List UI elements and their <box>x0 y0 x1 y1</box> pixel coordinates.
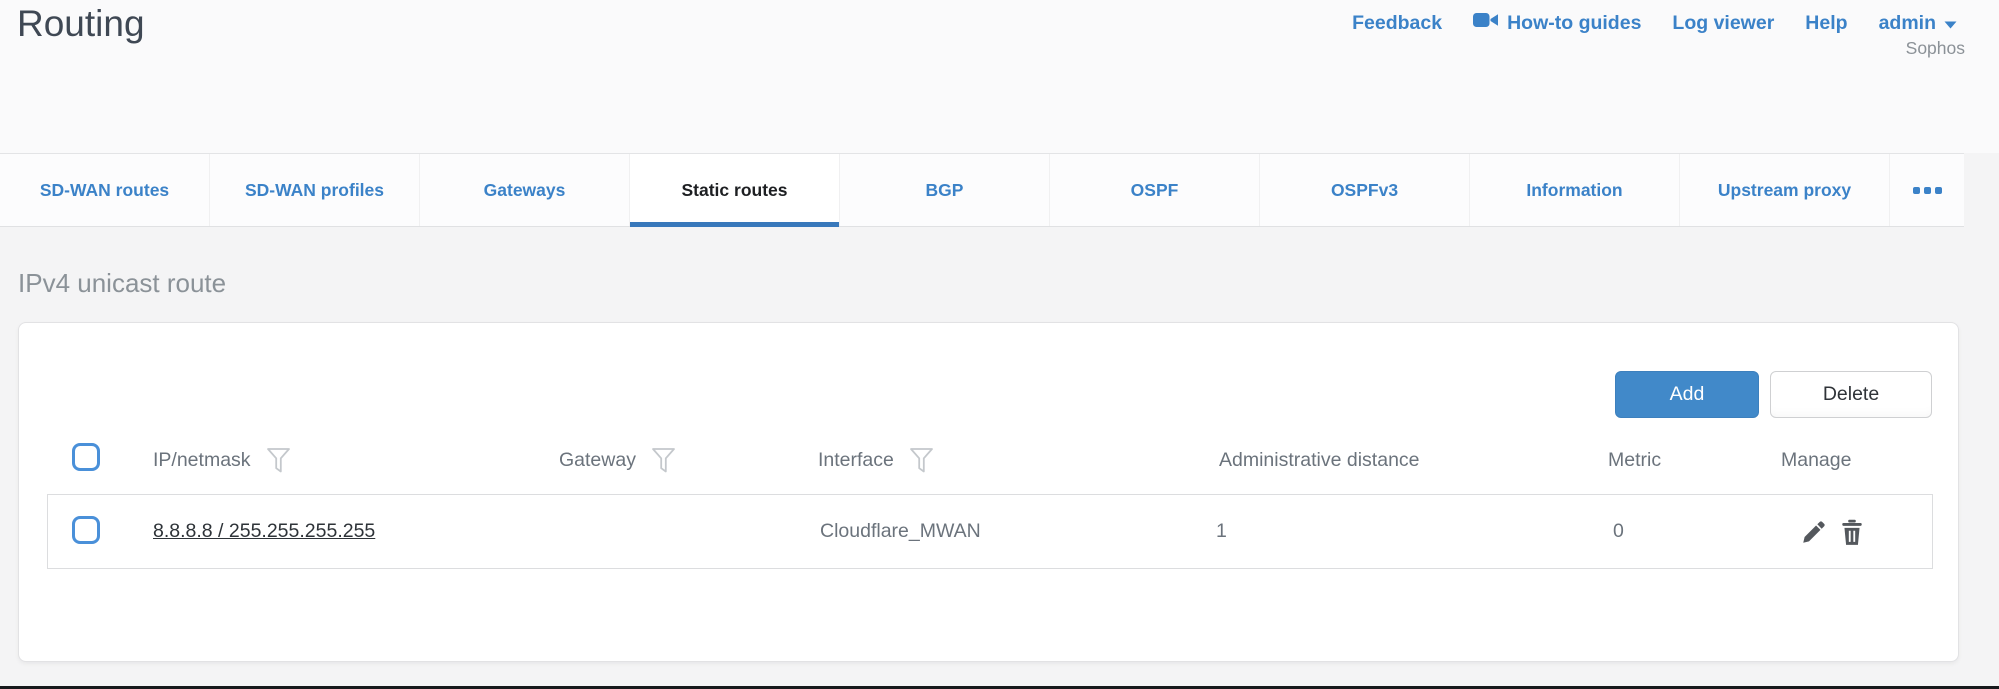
routes-card: Add Delete IP/netmask Gateway Interface … <box>18 322 1959 662</box>
brand-label: Sophos <box>1906 38 1965 59</box>
tab-bgp[interactable]: BGP <box>840 154 1050 226</box>
section-heading: IPv4 unicast route <box>18 268 226 299</box>
tab-gateways[interactable]: Gateways <box>420 154 630 226</box>
admin-menu-button[interactable]: admin <box>1879 12 1957 35</box>
checkbox-icon <box>72 516 100 544</box>
filter-icon[interactable] <box>651 447 676 474</box>
row-actions <box>1801 495 1865 568</box>
column-label: Administrative distance <box>1219 449 1420 472</box>
tab-upstream-proxy[interactable]: Upstream proxy <box>1680 154 1890 226</box>
column-header-gateway: Gateway <box>559 446 676 474</box>
edit-pencil-icon[interactable] <box>1801 518 1828 545</box>
tab-information[interactable]: Information <box>1470 154 1680 226</box>
column-label: Manage <box>1781 449 1851 472</box>
filter-icon[interactable] <box>266 447 291 474</box>
delete-button[interactable]: Delete <box>1770 371 1932 418</box>
feedback-link[interactable]: Feedback <box>1352 12 1442 35</box>
page-title: Routing <box>17 3 145 45</box>
column-label: Gateway <box>559 449 636 472</box>
column-label: Interface <box>818 449 894 472</box>
log-viewer-label: Log viewer <box>1672 12 1774 35</box>
howto-guides-label: How-to guides <box>1507 12 1641 35</box>
video-camera-icon <box>1473 11 1499 35</box>
tab-label: SD-WAN profiles <box>245 180 384 201</box>
cell-admin-distance: 1 <box>1216 495 1227 568</box>
ellipsis-icon <box>1935 187 1942 194</box>
cell-metric: 0 <box>1613 495 1624 568</box>
page-header: Routing Feedback How-to guides Log viewe… <box>0 0 1999 153</box>
column-header-manage: Manage <box>1781 446 1851 474</box>
add-button[interactable]: Add <box>1615 371 1759 418</box>
log-viewer-link[interactable]: Log viewer <box>1672 12 1774 35</box>
ellipsis-icon <box>1924 187 1931 194</box>
tab-label: BGP <box>926 180 964 201</box>
checkbox-icon <box>72 443 100 471</box>
tab-ospfv3[interactable]: OSPFv3 <box>1260 154 1470 226</box>
column-header-interface: Interface <box>818 446 934 474</box>
tab-ospf[interactable]: OSPF <box>1050 154 1260 226</box>
tab-label: Upstream proxy <box>1718 180 1851 201</box>
row-checkbox[interactable] <box>72 516 100 544</box>
tabs-overflow-button[interactable] <box>1890 154 1964 226</box>
tab-sd-wan-routes[interactable]: SD-WAN routes <box>0 154 210 226</box>
tab-label: SD-WAN routes <box>40 180 169 201</box>
tab-label: Information <box>1526 180 1622 201</box>
column-header-metric: Metric <box>1608 446 1661 474</box>
ellipsis-icon <box>1913 187 1920 194</box>
tab-label: Static routes <box>682 180 788 201</box>
routing-tabbar: SD-WAN routes SD-WAN profiles Gateways S… <box>0 153 1964 227</box>
help-link[interactable]: Help <box>1805 12 1847 35</box>
cell-ip-netmask: 8.8.8.8 / 255.255.255.255 <box>153 495 375 568</box>
table-row: 8.8.8.8 / 255.255.255.255 Cloudflare_MWA… <box>47 494 1933 569</box>
tab-static-routes[interactable]: Static routes <box>630 154 840 226</box>
tab-label: OSPF <box>1131 180 1179 201</box>
select-all-checkbox[interactable] <box>72 443 100 471</box>
routing-page: Routing Feedback How-to guides Log viewe… <box>0 0 1999 689</box>
tab-label: OSPFv3 <box>1331 180 1398 201</box>
column-header-admin-distance: Administrative distance <box>1219 446 1420 474</box>
delete-trash-icon[interactable] <box>1839 518 1865 546</box>
cell-interface: Cloudflare_MWAN <box>820 495 981 568</box>
howto-guides-link[interactable]: How-to guides <box>1473 11 1641 35</box>
column-header-ip-netmask: IP/netmask <box>153 446 291 474</box>
route-link[interactable]: 8.8.8.8 / 255.255.255.255 <box>153 520 375 543</box>
column-label: Metric <box>1608 449 1661 472</box>
top-nav: Feedback How-to guides Log viewer Help a… <box>1352 11 1957 35</box>
help-label: Help <box>1805 12 1847 35</box>
tab-sd-wan-profiles[interactable]: SD-WAN profiles <box>210 154 420 226</box>
admin-label: admin <box>1879 12 1936 35</box>
filter-icon[interactable] <box>909 447 934 474</box>
caret-down-icon <box>1944 12 1957 35</box>
column-label: IP/netmask <box>153 449 251 472</box>
tab-label: Gateways <box>484 180 566 201</box>
feedback-label: Feedback <box>1352 12 1442 35</box>
